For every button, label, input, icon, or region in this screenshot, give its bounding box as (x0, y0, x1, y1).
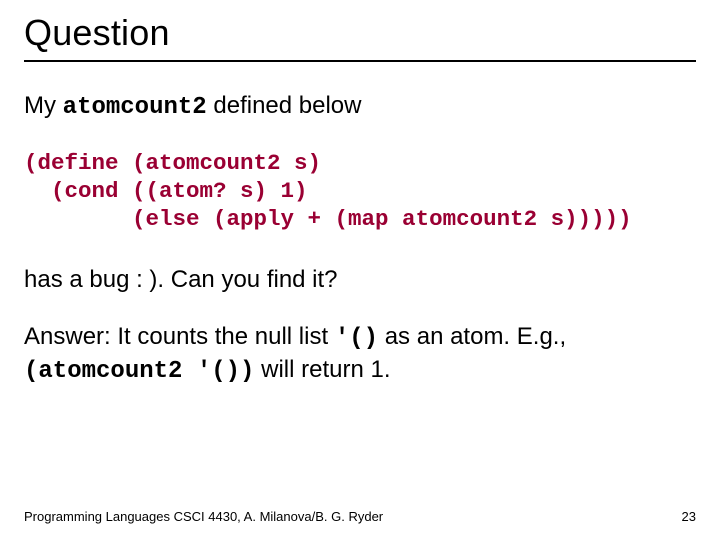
slide-body: My atomcount2 defined below (define (ato… (24, 90, 696, 387)
intro-code: atomcount2 (63, 94, 207, 121)
intro-post: defined below (207, 92, 362, 119)
code-line-2: (cond ((atom? s) 1) (24, 178, 308, 204)
slide: Question My atomcount2 defined below (de… (0, 0, 720, 540)
answer-pre: Answer: It counts the null list (24, 323, 335, 350)
answer-post: will return 1. (254, 356, 390, 383)
title-rule (24, 60, 696, 62)
footer-text: Programming Languages CSCI 4430, A. Mila… (24, 509, 383, 524)
code-line-3: (else (apply + (map atomcount2 s))))) (24, 206, 632, 232)
answer-line: Answer: It counts the null list '() as a… (24, 321, 696, 387)
intro-pre: My (24, 92, 63, 119)
code-line-1: (define (atomcount2 s) (24, 150, 321, 176)
answer-code-1: '() (335, 325, 378, 352)
code-block: (define (atomcount2 s) (cond ((atom? s) … (24, 149, 696, 233)
answer-mid: as an atom. E.g., (378, 323, 566, 350)
slide-title: Question (24, 12, 696, 54)
bug-line: has a bug : ). Can you find it? (24, 264, 696, 295)
answer-code-2: (atomcount2 '()) (24, 358, 254, 385)
intro-line: My atomcount2 defined below (24, 90, 696, 123)
page-number: 23 (682, 509, 696, 524)
